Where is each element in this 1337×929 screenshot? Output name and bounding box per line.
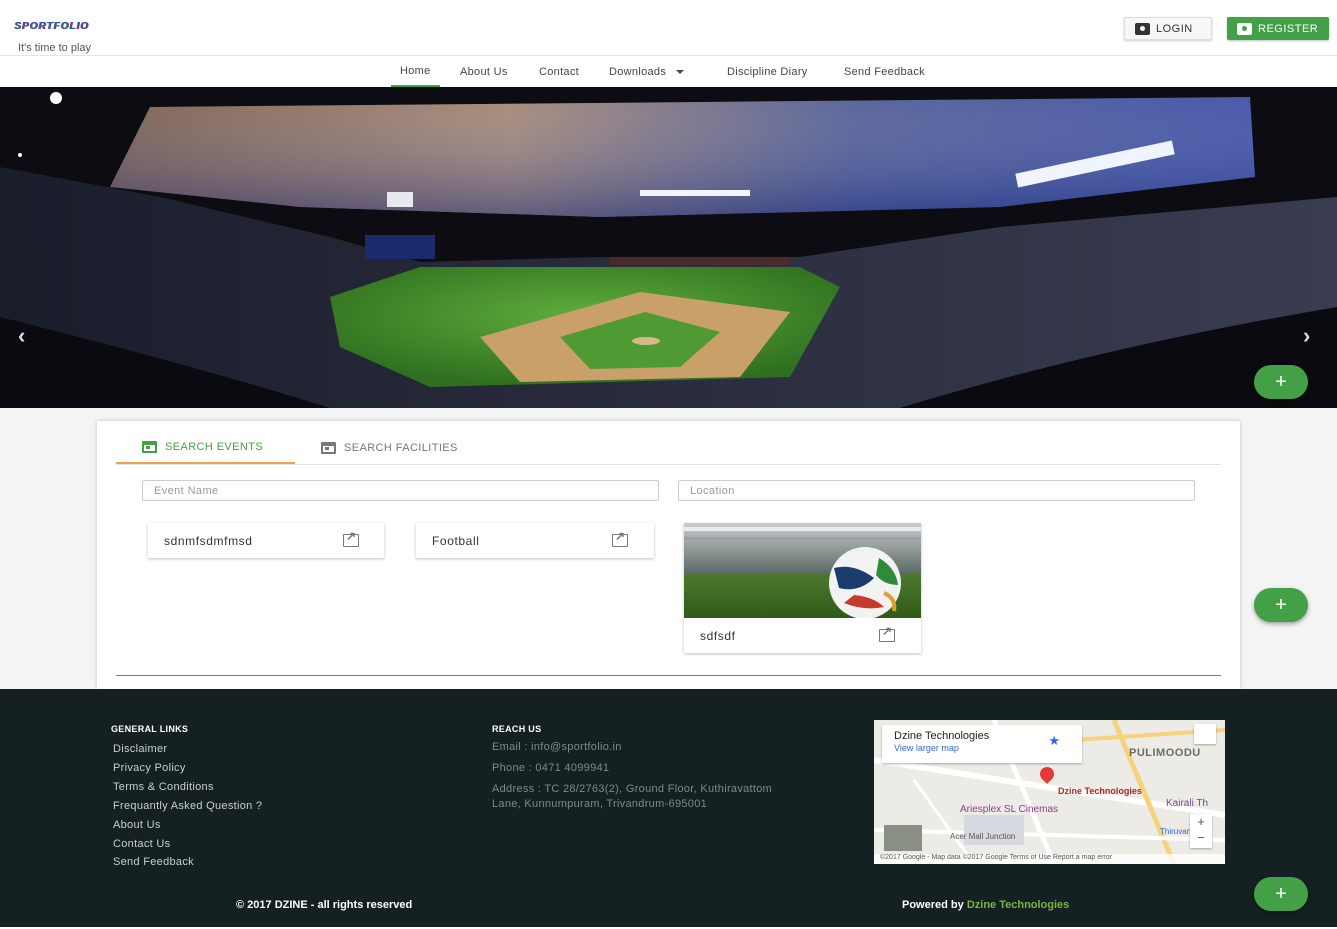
site-logo[interactable]: SPORTFOLIO bbox=[14, 21, 89, 32]
login-label: LOGIN bbox=[1156, 22, 1193, 35]
location-input[interactable]: Location bbox=[678, 480, 1195, 501]
powered-by: Powered by Dzine Technologies bbox=[902, 899, 1069, 911]
site-footer: GENERAL LINKS Disclaimer Privacy Policy … bbox=[0, 689, 1337, 929]
nav-send-feedback[interactable]: Send Feedback bbox=[844, 57, 925, 87]
tab-search-facilities[interactable]: SEARCH FACILITIES bbox=[321, 431, 458, 464]
open-external-icon[interactable] bbox=[879, 624, 895, 642]
tab-divider bbox=[116, 464, 1221, 465]
plus-icon: + bbox=[1275, 370, 1287, 393]
footer-link-privacy[interactable]: Privacy Policy bbox=[113, 762, 186, 774]
event-card-title: sdfsdf bbox=[700, 629, 736, 643]
footer-link-feedback[interactable]: Send Feedback bbox=[113, 856, 194, 868]
map-zoom-out-button[interactable]: − bbox=[1190, 830, 1212, 846]
open-external-icon[interactable] bbox=[343, 529, 359, 547]
event-card[interactable]: sdfsdf bbox=[684, 523, 921, 653]
contact-address-line2: Lane, Kunnumpuram, Trivandrum-695001 bbox=[492, 798, 708, 810]
map-zoom-in-button[interactable]: + bbox=[1190, 814, 1212, 830]
reach-us-heading: REACH US bbox=[492, 724, 542, 734]
nav-feedback-label: Send Feedback bbox=[844, 66, 925, 78]
add-fab-button[interactable]: + bbox=[1254, 877, 1308, 911]
search-panel: SEARCH EVENTS SEARCH FACILITIES Event Na… bbox=[97, 421, 1240, 689]
contact-address-line1: Address : TC 28/2763(2), Ground Floor, K… bbox=[492, 783, 773, 795]
tab-search-events-label: SEARCH EVENTS bbox=[165, 440, 264, 453]
plus-icon: + bbox=[1275, 593, 1287, 616]
footer-link-contact[interactable]: Contact Us bbox=[113, 838, 170, 850]
nav-discipline-label: Discipline Diary bbox=[727, 66, 808, 78]
nav-contact-label: Contact bbox=[539, 66, 580, 78]
map-poi-label: Ariesplex SL Cinemas bbox=[960, 804, 1059, 815]
caret-down-icon bbox=[676, 70, 685, 74]
event-card[interactable]: Football bbox=[416, 523, 654, 558]
event-card-title: sdnmfsdmfmsd bbox=[164, 534, 253, 548]
login-button[interactable]: LOGIN bbox=[1124, 17, 1212, 40]
add-fab-button[interactable]: + bbox=[1254, 365, 1308, 399]
stadium-image bbox=[0, 87, 1337, 408]
footer-link-faq[interactable]: Frequantly Asked Question ? bbox=[113, 800, 262, 812]
event-card-title: Football bbox=[432, 534, 480, 548]
main-nav: Home About Us Contact Downloads Discipli… bbox=[0, 57, 1337, 87]
nav-contact[interactable]: Contact bbox=[539, 57, 579, 87]
map-area-label: PULIMOODU bbox=[1129, 747, 1201, 759]
star-icon[interactable]: ★ bbox=[1048, 733, 1060, 749]
nav-downloads-label: Downloads bbox=[609, 66, 667, 78]
hero-carousel[interactable]: ‹ › bbox=[0, 87, 1337, 408]
assignment-icon bbox=[1237, 22, 1252, 35]
site-tagline: It's time to play bbox=[18, 42, 92, 54]
event-card[interactable]: sdnmfsdmfmsd bbox=[148, 523, 384, 558]
footer-link-disclaimer[interactable]: Disclaimer bbox=[113, 743, 167, 755]
footer-link-about[interactable]: About Us bbox=[113, 819, 161, 831]
nav-downloads[interactable]: Downloads bbox=[609, 57, 685, 87]
event-name-input[interactable]: Event Name bbox=[142, 480, 659, 501]
football-image bbox=[684, 523, 921, 618]
footer-link-terms[interactable]: Terms & Conditions bbox=[113, 781, 214, 793]
powered-by-company-link[interactable]: Dzine Technologies bbox=[967, 899, 1069, 911]
nav-discipline-diary[interactable]: Discipline Diary bbox=[727, 57, 808, 87]
account-box-icon bbox=[1135, 22, 1150, 35]
nav-about-label: About Us bbox=[460, 66, 508, 78]
map-pin-label: Dzine Technologies bbox=[1058, 786, 1142, 796]
copyright-text: © 2017 DZINE - all rights reserved bbox=[236, 899, 413, 911]
powered-by-label: Powered by bbox=[902, 899, 964, 911]
carousel-next-icon[interactable]: › bbox=[1303, 323, 1310, 349]
map-poi-label: Thiruvan bbox=[1160, 827, 1192, 836]
contact-phone: Phone : 0471 4099941 bbox=[492, 762, 610, 774]
general-links-heading: GENERAL LINKS bbox=[111, 724, 189, 734]
map-attribution: ©2017 Google - Map data ©2017 Google Ter… bbox=[874, 854, 1225, 864]
register-label: REGISTER bbox=[1258, 22, 1319, 35]
tab-search-events[interactable]: SEARCH EVENTS bbox=[116, 431, 295, 464]
map-poi-label: Acer Mall Junction bbox=[950, 832, 1016, 841]
carousel-prev-icon[interactable]: ‹ bbox=[18, 323, 25, 349]
calendar-icon bbox=[321, 441, 336, 454]
tab-search-facilities-label: SEARCH FACILITIES bbox=[344, 441, 458, 454]
top-header: SPORTFOLIO It's time to play LOGIN REGIS… bbox=[0, 0, 1337, 56]
nav-home-label: Home bbox=[400, 65, 431, 77]
panel-bottom-line bbox=[116, 675, 1221, 676]
embedded-map[interactable]: Dzine Technologies View larger map ★ Dzi… bbox=[874, 720, 1225, 864]
map-info-card: Dzine Technologies View larger map ★ bbox=[882, 725, 1082, 763]
nav-about-us[interactable]: About Us bbox=[460, 57, 508, 87]
calendar-icon bbox=[142, 440, 157, 453]
pegman-icon[interactable] bbox=[1194, 724, 1216, 744]
nav-home[interactable]: Home bbox=[391, 57, 440, 87]
map-poi-label: Kairali Th bbox=[1166, 798, 1209, 809]
add-fab-button[interactable]: + bbox=[1254, 588, 1308, 622]
register-button[interactable]: REGISTER bbox=[1227, 17, 1329, 40]
plus-icon: + bbox=[1275, 882, 1287, 905]
contact-email[interactable]: Email : info@sportfolio.in bbox=[492, 740, 622, 755]
open-external-icon[interactable] bbox=[612, 529, 628, 547]
